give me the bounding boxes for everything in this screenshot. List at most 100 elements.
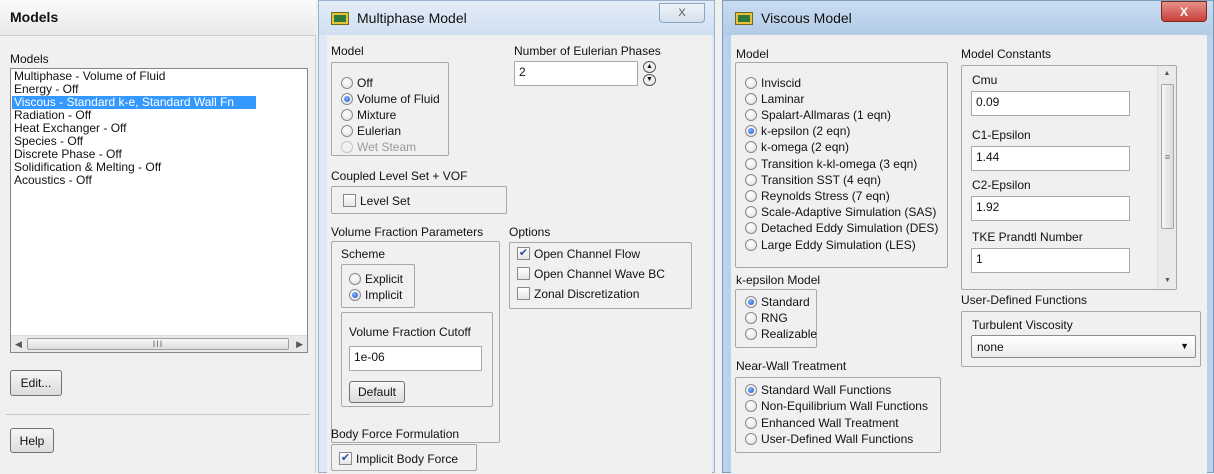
- fluent-app-icon: [735, 11, 753, 25]
- visc-model-radio-label: Transition SST (4 eqn): [761, 172, 882, 187]
- visc-model-radio[interactable]: Large Eddy Simulation (LES): [745, 237, 916, 252]
- scroll-up-icon[interactable]: ▲: [1158, 70, 1176, 77]
- list-item[interactable]: Acoustics - Off: [12, 174, 92, 187]
- coupled-label: Coupled Level Set + VOF: [331, 169, 468, 183]
- scroll-right-icon[interactable]: ▶: [296, 339, 303, 350]
- radio-dot: [745, 108, 757, 121]
- visc-model-radio[interactable]: Spalart-Allmaras (1 eqn): [745, 107, 891, 122]
- eulerian-phases-label: Number of Eulerian Phases: [514, 44, 661, 58]
- ke-model-radio-label: Standard: [761, 294, 810, 309]
- mp-model-radio[interactable]: Volume of Fluid: [341, 91, 440, 106]
- multiphase-close-button[interactable]: X: [659, 3, 705, 23]
- nwt-radio[interactable]: Enhanced Wall Treatment: [745, 415, 899, 430]
- radio-dot: [745, 400, 757, 412]
- scroll-thumb[interactable]: ≡: [1161, 84, 1174, 229]
- option-checkbox[interactable]: Zonal Discretization: [517, 286, 639, 301]
- visc-model-radio[interactable]: k-omega (2 eqn): [745, 140, 849, 155]
- models-list-label: Models: [10, 52, 49, 66]
- vfp-label: Volume Fraction Parameters: [331, 225, 484, 239]
- viscous-close-button[interactable]: X: [1161, 1, 1207, 22]
- visc-model-radio-label: Inviscid: [761, 75, 802, 90]
- visc-model-radio[interactable]: Scale-Adaptive Simulation (SAS): [745, 205, 936, 220]
- level-set-checkbox[interactable]: Level Set: [343, 193, 410, 208]
- visc-model-radio[interactable]: k-epsilon (2 eqn): [745, 124, 850, 139]
- radio-dot: [745, 157, 757, 170]
- mp-model-radio[interactable]: Off: [341, 75, 373, 90]
- chevron-down-icon: ▼: [1180, 341, 1189, 351]
- scroll-thumb[interactable]: III: [27, 338, 289, 350]
- fluent-app-icon: [331, 11, 349, 25]
- visc-model-radio[interactable]: Transition SST (4 eqn): [745, 172, 881, 187]
- option-checkbox[interactable]: ✔ Open Channel Flow: [517, 246, 640, 261]
- visc-model-radio[interactable]: Transition k-kl-omega (3 eqn): [745, 156, 917, 171]
- body-force-label: Body Force Formulation: [331, 427, 460, 441]
- level-set-label: Level Set: [360, 193, 411, 208]
- scheme-radio-label: Implicit: [365, 287, 403, 302]
- option-checkbox[interactable]: Open Channel Wave BC: [517, 266, 665, 281]
- close-icon: X: [678, 7, 686, 19]
- constant-input[interactable]: 0.09: [971, 91, 1130, 116]
- visc-model-radio[interactable]: Detached Eddy Simulation (DES): [745, 221, 938, 236]
- spin-down-icon[interactable]: ▼: [643, 74, 656, 86]
- visc-model-radio[interactable]: Reynolds Stress (7 eqn): [745, 188, 890, 203]
- visc-model-label: Model: [736, 47, 769, 61]
- ke-model-radio[interactable]: RNG: [745, 310, 788, 325]
- spin-up-icon[interactable]: ▲: [643, 61, 656, 73]
- scheme-radio[interactable]: Explicit: [349, 271, 403, 286]
- constants-label: Model Constants: [961, 47, 1052, 61]
- radio-dot: [745, 222, 757, 235]
- ke-model-radio-label: Realizable: [761, 326, 818, 341]
- scroll-grip: ≡: [1164, 151, 1171, 162]
- mp-model-radio[interactable]: Mixture: [341, 107, 396, 122]
- scroll-down-icon[interactable]: ▼: [1158, 277, 1177, 284]
- ke-model-radio[interactable]: Realizable: [745, 326, 817, 341]
- cutoff-input[interactable]: 1e-06: [349, 346, 482, 371]
- option-box: [517, 287, 530, 300]
- constant-input[interactable]: 1: [971, 248, 1130, 273]
- mp-model-radio-label: Mixture: [357, 107, 397, 122]
- turb-visc-label: Turbulent Viscosity: [972, 318, 1073, 332]
- mp-model-radio-label: Wet Steam: [357, 139, 417, 154]
- nwt-radio[interactable]: User-Defined Wall Functions: [745, 432, 913, 447]
- turb-visc-value: none: [977, 340, 1004, 354]
- visc-model-radio[interactable]: Inviscid: [745, 75, 801, 90]
- option-box: [517, 267, 530, 280]
- scheme-radio[interactable]: Implicit: [349, 287, 402, 302]
- level-set-box: [343, 194, 356, 207]
- turb-visc-select[interactable]: none ▼: [971, 335, 1196, 358]
- nwt-radio[interactable]: Standard Wall Functions: [745, 382, 891, 397]
- viscous-titlebar[interactable]: Viscous Model: [723, 1, 1213, 35]
- visc-model-radio-label: Large Eddy Simulation (LES): [761, 237, 916, 252]
- radio-dot: [745, 125, 757, 138]
- models-list[interactable]: Multiphase - Volume of Fluid Energy - Off…: [10, 68, 308, 353]
- mp-model-radio[interactable]: Eulerian: [341, 123, 401, 138]
- panel-divider: [6, 414, 310, 415]
- viscous-title: Viscous Model: [761, 10, 852, 26]
- help-button[interactable]: Help: [10, 428, 54, 453]
- udf-label: User-Defined Functions: [961, 293, 1088, 307]
- option-box: ✔: [517, 247, 530, 260]
- eulerian-phases-input[interactable]: 2: [514, 61, 638, 86]
- phases-spinner[interactable]: ▲ ▼: [643, 61, 657, 86]
- edit-button[interactable]: Edit...: [10, 370, 62, 396]
- default-button[interactable]: Default: [349, 381, 405, 403]
- radio-dot: [745, 327, 757, 340]
- constants-scrollbar[interactable]: ▲ ≡ ▼: [1157, 66, 1176, 289]
- implicit-body-force-label: Implicit Body Force: [356, 451, 459, 466]
- constant-input[interactable]: 1.44: [971, 146, 1130, 171]
- horizontal-scrollbar[interactable]: ◀ III ▶: [11, 335, 307, 352]
- models-panel-title: Models: [10, 9, 59, 25]
- scroll-left-icon[interactable]: ◀: [15, 339, 22, 350]
- ke-model-radio[interactable]: Standard: [745, 294, 810, 309]
- visc-model-radio-label: k-omega (2 eqn): [761, 140, 850, 155]
- close-icon: X: [1179, 4, 1188, 19]
- radio-dot: [745, 206, 757, 219]
- option-label: Open Channel Wave BC: [534, 266, 665, 281]
- radio-dot: [745, 141, 757, 154]
- constant-input[interactable]: 1.92: [971, 196, 1130, 221]
- implicit-body-force-checkbox[interactable]: ✔ Implicit Body Force: [339, 451, 458, 466]
- nwt-radio-label: Non-Equilibrium Wall Functions: [761, 399, 928, 413]
- visc-model-radio[interactable]: Laminar: [745, 91, 804, 106]
- multiphase-titlebar[interactable]: Multiphase Model: [319, 1, 714, 35]
- nwt-radio[interactable]: Non-Equilibrium Wall Functions: [745, 399, 928, 414]
